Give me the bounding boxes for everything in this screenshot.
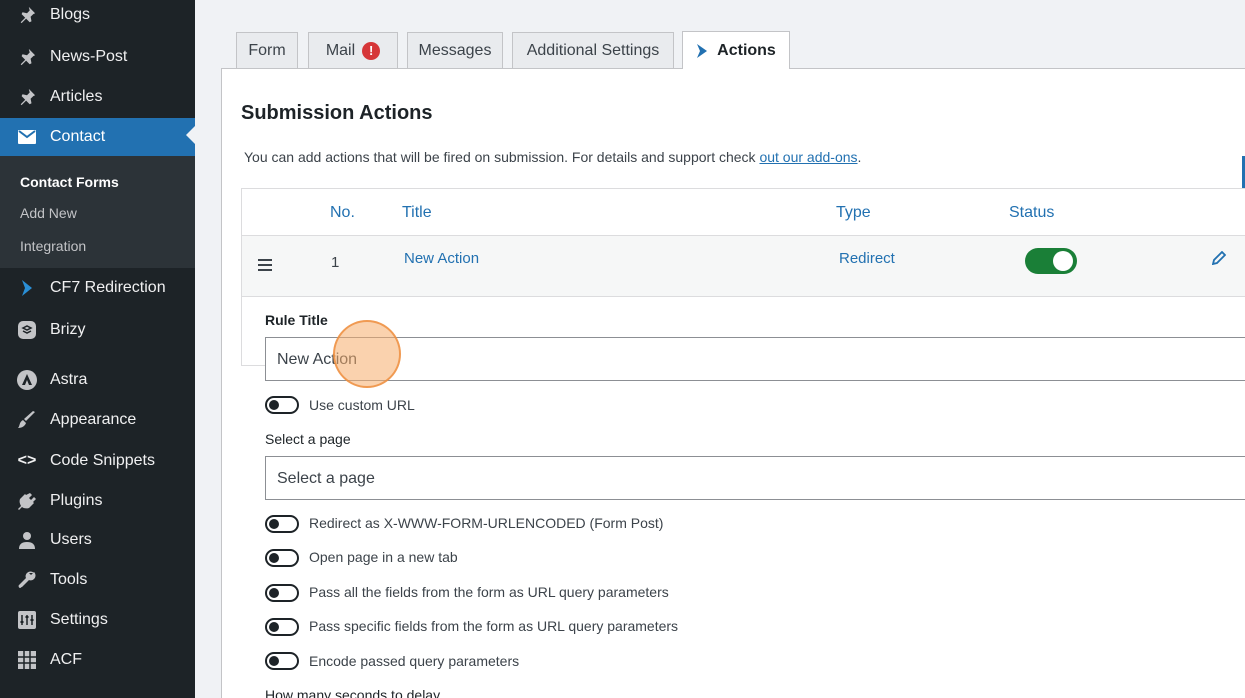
sidebar-item-label: Tools — [50, 571, 88, 588]
tab-mail[interactable]: Mail ! — [308, 32, 398, 68]
sidebar-item-label: News-Post — [50, 48, 128, 65]
sidebar-item-label: Blogs — [50, 6, 91, 23]
tab-additional-settings[interactable]: Additional Settings — [512, 32, 674, 68]
page-description: You can add actions that will be fired o… — [244, 149, 861, 165]
astra-icon — [16, 369, 38, 391]
chevron-right-icon — [696, 43, 708, 58]
contact-submenu: Contact Forms Add New Integration — [0, 156, 195, 268]
pencil-icon[interactable] — [1211, 250, 1227, 270]
status-toggle[interactable] — [1025, 248, 1077, 274]
delay-label: How many seconds to delay — [265, 687, 441, 698]
tab-label: Form — [248, 41, 286, 59]
sidebar-item-users[interactable]: Users — [0, 523, 195, 557]
sidebar-item-appearance[interactable]: Appearance — [0, 403, 195, 437]
click-indicator — [333, 320, 401, 388]
column-header-title[interactable]: Title — [402, 204, 432, 222]
user-icon — [16, 529, 38, 551]
sidebar-item-label: Plugins — [50, 492, 103, 509]
sidebar-item-label: Brizy — [50, 321, 86, 338]
tab-label: Mail — [325, 41, 356, 59]
drag-handle-icon[interactable] — [258, 258, 272, 276]
sidebar-item-cf7-redirection[interactable]: CF7 Redirection — [0, 271, 195, 305]
sidebar-item-label: Astra — [50, 371, 88, 388]
column-header-status[interactable]: Status — [1009, 204, 1054, 222]
chevron-right-icon — [16, 277, 38, 299]
sidebar-item-news-post[interactable]: News-Post — [0, 40, 195, 74]
rule-title-label: Rule Title — [265, 312, 328, 328]
submenu-item-add-new[interactable]: Add New — [20, 205, 77, 221]
column-header-no[interactable]: No. — [330, 204, 355, 222]
tab-messages[interactable]: Messages — [407, 32, 503, 68]
grid-icon — [16, 649, 38, 671]
form-post-toggle[interactable] — [265, 515, 299, 533]
pin-icon — [16, 86, 38, 108]
table-row: 1 New Action Redirect — [242, 236, 1245, 297]
sidebar-item-blogs[interactable]: Blogs — [0, 0, 195, 32]
column-header-type[interactable]: Type — [836, 204, 871, 222]
tab-label: Additional Settings — [526, 41, 660, 59]
sidebar-item-settings[interactable]: Settings — [0, 603, 195, 637]
settings-icon — [16, 609, 38, 631]
tab-actions[interactable]: Actions — [682, 31, 790, 69]
rule-title-input[interactable]: New Action — [265, 337, 1245, 381]
wrench-icon — [16, 569, 38, 591]
sidebar-item-label: Contact — [50, 128, 106, 145]
addons-link[interactable]: out our add-ons — [759, 149, 857, 165]
sidebar-item-label: Code Snippets — [50, 452, 155, 469]
sidebar-item-label: ACF — [50, 651, 82, 668]
custom-url-label: Use custom URL — [309, 397, 415, 413]
pin-icon — [16, 4, 38, 26]
option-label: Redirect as X-WWW-FORM-URLENCODED (Form … — [309, 515, 664, 531]
brush-icon — [16, 409, 38, 431]
sidebar-item-brizy[interactable]: Brizy — [0, 313, 195, 347]
pass-all-fields-toggle[interactable] — [265, 584, 299, 602]
warning-badge-icon: ! — [362, 41, 381, 60]
sidebar-item-label: Appearance — [50, 411, 137, 428]
option-label: Encode passed query parameters — [309, 653, 520, 669]
sidebar-item-acf[interactable]: ACF — [0, 643, 195, 677]
sidebar-item-label: Articles — [50, 88, 103, 105]
submenu-item-contact-forms[interactable]: Contact Forms — [20, 174, 119, 190]
option-label: Pass specific fields from the form as UR… — [309, 618, 679, 634]
sidebar-item-astra[interactable]: Astra — [0, 363, 195, 397]
tab-form[interactable]: Form — [236, 32, 298, 68]
pass-specific-fields-toggle[interactable] — [265, 618, 299, 636]
submenu-item-integration[interactable]: Integration — [20, 238, 86, 254]
admin-sidebar: Blogs News-Post Articles Contact Contact… — [0, 0, 195, 698]
sidebar-item-label: CF7 Redirection — [50, 279, 166, 296]
tab-label: Actions — [717, 41, 776, 59]
new-tab-toggle[interactable] — [265, 549, 299, 567]
brizy-icon — [16, 319, 38, 341]
select-page-dropdown[interactable]: Select a page — [265, 456, 1245, 500]
sidebar-item-label: Settings — [50, 611, 108, 628]
sidebar-item-tools[interactable]: Tools — [0, 563, 195, 597]
description-text: You can add actions that will be fired o… — [244, 149, 760, 165]
description-end: . — [857, 149, 862, 165]
option-label: Open page in a new tab — [309, 549, 458, 565]
pin-icon — [16, 46, 38, 68]
sidebar-item-contact[interactable]: Contact — [0, 118, 195, 156]
tab-label: Messages — [418, 41, 492, 59]
code-icon: <> — [17, 452, 37, 469]
row-number: 1 — [331, 254, 340, 271]
option-label: Pass all the fields from the form as URL… — [309, 584, 669, 600]
mail-icon — [16, 126, 38, 148]
row-title-link[interactable]: New Action — [404, 250, 479, 267]
select-page-label: Select a page — [265, 431, 351, 447]
encode-params-toggle[interactable] — [265, 652, 299, 670]
table-header: No. Title Type Status — [242, 189, 1245, 236]
plug-icon — [16, 490, 38, 512]
sidebar-item-code-snippets[interactable]: <> Code Snippets — [0, 444, 195, 478]
page-title: Submission Actions — [241, 102, 433, 124]
sidebar-item-articles[interactable]: Articles — [0, 80, 195, 114]
custom-url-toggle[interactable] — [265, 396, 299, 414]
sidebar-item-label: Users — [50, 531, 92, 548]
sidebar-item-plugins[interactable]: Plugins — [0, 484, 195, 518]
row-type: Redirect — [839, 250, 895, 267]
